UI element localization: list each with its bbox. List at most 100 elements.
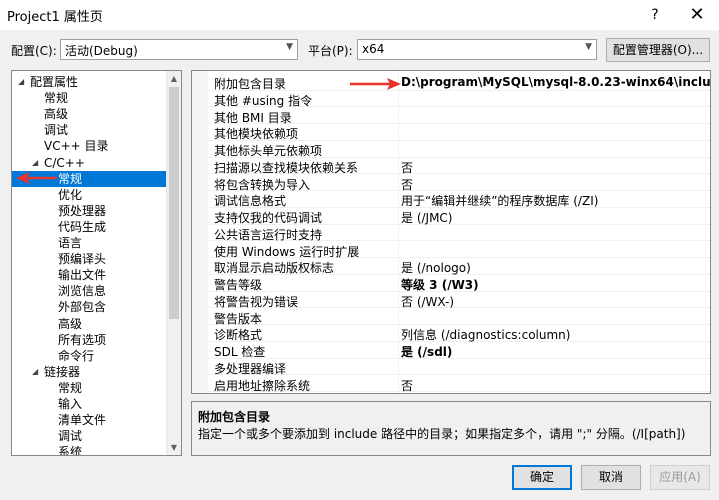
property-value[interactable]: D:\program\MySQL\mysql-8.0.23-winx64\inc… — [401, 75, 710, 89]
property-row[interactable]: 其他 #using 指令 — [192, 91, 710, 108]
scrollbar-thumb[interactable] — [169, 87, 179, 319]
property-value[interactable]: 否 — [401, 176, 413, 193]
ok-button[interactable]: 确定 — [512, 465, 572, 490]
tree-item[interactable]: 常规 — [12, 90, 167, 106]
tree-item[interactable]: 调试 — [12, 428, 167, 444]
tree-item[interactable]: 高级 — [12, 316, 167, 332]
tree-item-label: 调试 — [58, 429, 83, 444]
property-row[interactable]: 将警告视为错误 否 (/WX-) — [192, 292, 710, 309]
tree-item-label: 调试 — [44, 123, 69, 138]
property-row[interactable]: 其他 BMI 目录 — [192, 108, 710, 125]
property-value[interactable]: 用于“编辑并继续”的程序数据库 (/ZI) — [401, 192, 598, 209]
tree-scrollbar[interactable]: ▲ ▼ — [166, 71, 181, 455]
chevron-down-icon: ▼ — [286, 42, 293, 52]
scroll-down-icon[interactable]: ▼ — [167, 440, 181, 455]
expand-triangle-icon[interactable]: ◢ — [32, 155, 38, 171]
tree-item[interactable]: ◢ C/C++ — [12, 155, 167, 171]
configuration-label: 配置(C): — [11, 44, 57, 58]
property-name: 调试信息格式 — [214, 194, 287, 209]
apply-button[interactable]: 应用(A) — [650, 465, 710, 490]
property-value[interactable]: 是 (/nologo) — [401, 259, 471, 276]
property-value[interactable]: 是 (/JMC) — [401, 209, 453, 226]
tree-item[interactable]: 预编译头 — [12, 251, 167, 267]
property-name: 使用 Windows 运行时扩展 — [214, 244, 360, 259]
property-value[interactable]: 否 — [401, 377, 413, 394]
description-text: 指定一个或多个要添加到 include 路径中的目录；如果指定多个，请用 ";"… — [198, 427, 686, 441]
tree-item-label: 高级 — [44, 107, 69, 122]
tree-item[interactable]: 调试 — [12, 122, 167, 138]
scroll-up-icon[interactable]: ▲ — [167, 71, 181, 86]
tree-item-label: 输入 — [58, 397, 83, 411]
property-row[interactable]: 多处理器编译 — [192, 359, 710, 376]
tree-item[interactable]: 语言 — [12, 235, 167, 251]
tree-item[interactable]: 输入 — [12, 396, 167, 412]
property-name: 警告等级 — [214, 278, 263, 292]
property-tree[interactable]: ◢ 配置属性 常规 高级 调试 VC++ 目录 ◢ C/C++ 常规 优化 预处理器 代码生成 语言 预编… — [11, 70, 182, 456]
tree-item-label: 语言 — [58, 236, 83, 250]
property-value[interactable]: 等级 3 (/W3) — [401, 276, 479, 293]
help-icon[interactable]: ? — [635, 0, 675, 30]
tree-item-label: 外部包含 — [58, 300, 107, 315]
title-bar: Project1 属性页 ? ✕ — [0, 0, 719, 30]
property-row[interactable]: 支持仅我的代码调试 是 (/JMC) — [192, 208, 710, 225]
property-name: 扫描源以查找模块依赖关系 — [214, 160, 359, 175]
property-value[interactable]: 是 (/sdl) — [401, 343, 452, 360]
property-row[interactable]: 扫描源以查找模块依赖关系 否 — [192, 158, 710, 175]
tree-item[interactable]: VC++ 目录 — [12, 138, 167, 154]
tree-item-label: 高级 — [58, 316, 83, 331]
chevron-down-icon: ▼ — [585, 42, 592, 52]
property-name: 诊断格式 — [214, 328, 263, 343]
tree-item[interactable]: ◢ 配置属性 — [12, 74, 167, 90]
close-icon[interactable]: ✕ — [677, 0, 717, 30]
property-row[interactable]: 其他标头单元依赖项 — [192, 141, 710, 158]
tree-item-label: 优化 — [58, 187, 83, 202]
property-name: SDL 检查 — [214, 345, 266, 359]
property-name: 警告版本 — [214, 311, 263, 326]
cancel-button[interactable]: 取消 — [581, 465, 641, 490]
property-value[interactable]: 否 — [401, 159, 413, 176]
tree-item-label: VC++ 目录 — [44, 139, 109, 154]
tree-item-label: 配置属性 — [30, 75, 79, 89]
property-row[interactable]: 其他模块依赖项 — [192, 124, 710, 141]
property-row[interactable]: 使用 Windows 运行时扩展 — [192, 242, 710, 259]
tree-item[interactable]: 命令行 — [12, 348, 167, 364]
property-row[interactable]: 取消显示启动版权标志 是 (/nologo) — [192, 258, 710, 275]
tree-item-label: 预编译头 — [58, 252, 107, 267]
tree-item[interactable]: 浏览信息 — [12, 283, 167, 299]
property-row[interactable]: SDL 检查 是 (/sdl) — [192, 342, 710, 359]
property-row[interactable]: 调试信息格式 用于“编辑并继续”的程序数据库 (/ZI) — [192, 191, 710, 208]
tree-item[interactable]: 高级 — [12, 106, 167, 122]
tree-item[interactable]: 预处理器 — [12, 203, 167, 219]
tree-item[interactable]: 输出文件 — [12, 267, 167, 283]
tree-item-label: 浏览信息 — [58, 284, 107, 299]
tree-item[interactable]: 常规 — [12, 380, 167, 396]
tree-item-label: 常规 — [44, 91, 69, 106]
property-row[interactable]: 公共语言运行时支持 — [192, 225, 710, 242]
tree-item[interactable]: ◢ 链接器 — [12, 364, 167, 380]
property-row[interactable]: 将包含转换为导入 否 — [192, 175, 710, 192]
description-panel: 附加包含目录 指定一个或多个要添加到 include 路径中的目录；如果指定多个… — [191, 401, 711, 456]
property-row[interactable]: 附加包含目录 D:\program\MySQL\mysql-8.0.23-winx… — [192, 74, 710, 91]
configuration-dropdown[interactable]: 活动(Debug) ▼ — [60, 39, 298, 60]
tree-item[interactable]: 清单文件 — [12, 412, 167, 428]
configuration-value: 活动(Debug) — [65, 44, 138, 58]
property-value[interactable]: 否 (/WX-) — [401, 293, 454, 310]
property-grid: 附加包含目录 D:\program\MySQL\mysql-8.0.23-winx… — [191, 70, 711, 394]
window-title: Project1 属性页 — [7, 10, 103, 25]
tree-item[interactable]: 系统 — [12, 444, 167, 455]
tree-item[interactable]: 代码生成 — [12, 219, 167, 235]
property-value[interactable]: 列信息 (/diagnostics:column) — [401, 326, 570, 343]
expand-triangle-icon[interactable]: ◢ — [32, 364, 38, 380]
expand-triangle-icon[interactable]: ◢ — [18, 74, 24, 90]
tree-item-label: 命令行 — [58, 348, 95, 363]
property-row[interactable]: 警告版本 — [192, 309, 710, 326]
tree-item[interactable]: 优化 — [12, 187, 167, 203]
property-row[interactable]: 启用地址擦除系统 否 — [192, 376, 710, 393]
property-row[interactable]: 警告等级 等级 3 (/W3) — [192, 275, 710, 292]
property-name: 取消显示启动版权标志 — [214, 261, 335, 276]
property-row[interactable]: 诊断格式 列信息 (/diagnostics:column) — [192, 325, 710, 342]
tree-item[interactable]: 所有选项 — [12, 332, 167, 348]
platform-dropdown[interactable]: x64 ▼ — [357, 39, 597, 60]
tree-item[interactable]: 外部包含 — [12, 299, 167, 315]
configuration-manager-button[interactable]: 配置管理器(O)... — [606, 38, 710, 62]
